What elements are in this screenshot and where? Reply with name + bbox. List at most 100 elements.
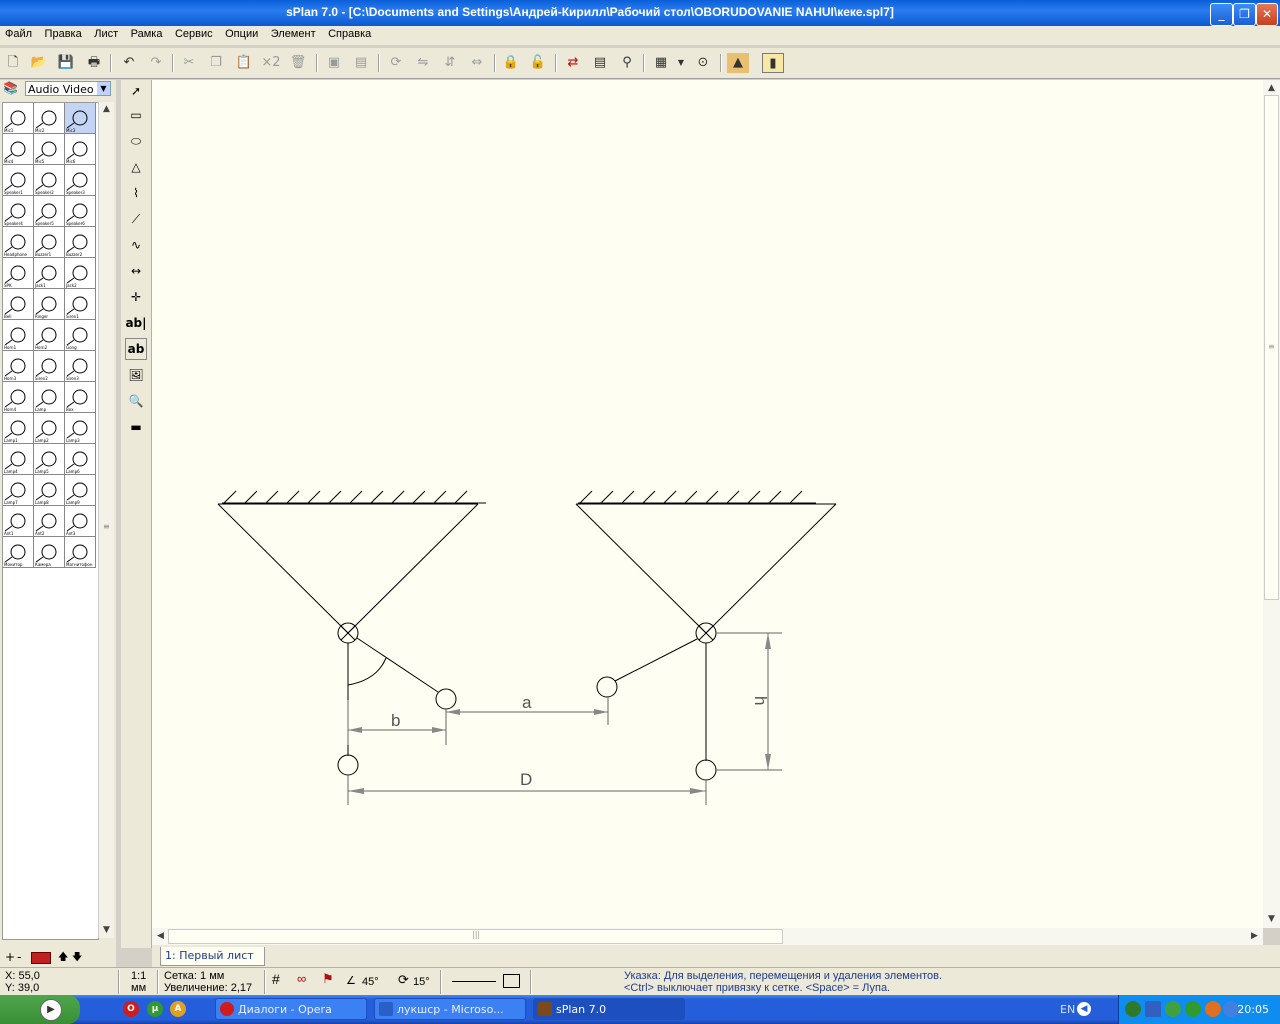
menu-element[interactable]: Элемент — [266, 26, 320, 40]
duplicate-icon[interactable]: ×2 — [260, 53, 282, 73]
remove-icon[interactable]: - — [17, 950, 21, 964]
opera-icon[interactable]: O — [123, 1001, 139, 1017]
scroll-down-icon[interactable]: ▼ — [1264, 912, 1279, 927]
align-icon[interactable]: ⇔ — [466, 53, 488, 73]
grid-icon[interactable]: ▦ — [650, 53, 672, 73]
library-symbol[interactable]: Lamp — [34, 382, 65, 413]
polyline-icon[interactable]: ⟋ — [125, 208, 147, 230]
status-angle1[interactable]: 45° — [362, 976, 379, 988]
library-symbol[interactable]: Siren3 — [65, 351, 96, 382]
library-symbol[interactable]: Speaker2 — [34, 165, 65, 196]
library-symbol[interactable]: Buzzer2 — [65, 227, 96, 258]
library-symbol[interactable]: Box — [65, 382, 96, 413]
zoom-fit-icon[interactable]: ⊙ — [692, 53, 714, 73]
library-symbol[interactable]: Horn2 — [34, 320, 65, 351]
menu-service[interactable]: Сервис — [170, 26, 217, 40]
ellipse-icon[interactable]: ⬭ — [125, 130, 147, 152]
grid-toggle-icon[interactable]: # — [272, 972, 280, 986]
image-icon[interactable]: 🖼 — [125, 364, 147, 386]
library-symbol[interactable]: Bell — [3, 289, 34, 320]
library-scrollbar[interactable]: ▲ ≡ ▼ — [98, 102, 114, 938]
library-symbol[interactable]: Lamp7 — [3, 475, 34, 506]
library-symbol[interactable]: Headphone — [3, 227, 34, 258]
pin-icon[interactable]: ⚑ — [322, 972, 334, 985]
avast-tray-icon[interactable] — [1205, 1001, 1221, 1017]
monitor-icon[interactable] — [1145, 1001, 1161, 1017]
redo-icon[interactable]: ↷ — [145, 53, 167, 73]
chevron-down-icon[interactable]: ▼ — [97, 82, 110, 95]
start-button[interactable]: ▶ — [0, 995, 80, 1024]
polygon-icon[interactable]: △ — [125, 156, 147, 178]
utorrent-tray-icon[interactable] — [1185, 1001, 1201, 1017]
library-symbol[interactable]: Horn4 — [3, 382, 34, 413]
bezier-icon[interactable]: ⌇ — [125, 182, 147, 204]
language-indicator[interactable]: EN — [1060, 1003, 1075, 1016]
library-symbol[interactable]: Монитор — [3, 537, 34, 568]
curve-icon[interactable]: ∿ — [125, 234, 147, 256]
menu-sheet[interactable]: Лист — [89, 26, 122, 40]
task-word[interactable]: лукшср - Microso... — [374, 998, 526, 1020]
library-symbol[interactable]: Speaker6 — [65, 196, 96, 227]
delete-icon[interactable]: 🗑 — [287, 53, 309, 73]
library-symbol[interactable]: Speaker1 — [3, 165, 34, 196]
scroll-up-icon[interactable]: ▲ — [1264, 81, 1279, 96]
library-symbol[interactable]: Siren2 — [34, 351, 65, 382]
library-symbol[interactable]: Speaker3 — [65, 165, 96, 196]
unlock-icon[interactable]: 🔓 — [527, 53, 549, 73]
ruler-icon[interactable]: ▬ — [125, 416, 147, 438]
menu-help[interactable]: Справка — [323, 26, 375, 40]
move-down-icon[interactable]: 🡇 — [72, 950, 82, 967]
menu-frame[interactable]: Рамка — [126, 26, 167, 40]
library-symbol[interactable]: Ant1 — [3, 506, 34, 537]
open-icon[interactable]: 📂 — [28, 53, 50, 73]
minimize-button[interactable]: _ — [1210, 3, 1233, 26]
library-symbol[interactable]: Ant2 — [34, 506, 65, 537]
find-icon[interactable]: ⚲ — [616, 53, 638, 73]
task-splan[interactable]: sPlan 7.0 — [533, 998, 685, 1020]
library-icon[interactable]: 📚 — [3, 81, 21, 97]
flower-icon[interactable] — [1165, 1001, 1181, 1017]
junction-icon[interactable]: ✛ — [125, 286, 147, 308]
library-symbol[interactable]: Jack1 — [34, 258, 65, 289]
library-symbol[interactable]: Магнитофон — [65, 537, 96, 568]
dimension-icon[interactable]: ↔ — [125, 260, 147, 282]
library-symbol[interactable]: Lamp1 — [3, 413, 34, 444]
network-icon[interactable] — [1125, 1001, 1141, 1017]
frame-icon[interactable]: ▲ — [727, 53, 749, 73]
library-edit-icon[interactable] — [31, 952, 51, 964]
scroll-down-icon[interactable]: ▼ — [99, 923, 114, 938]
add-icon[interactable]: + — [5, 950, 15, 964]
rotate-icon[interactable]: ⟳ — [385, 53, 407, 73]
library-symbol[interactable]: Buzzer1 — [34, 227, 65, 258]
cut-icon[interactable]: ✂ — [178, 53, 200, 73]
netlist-icon[interactable]: ⇄ — [562, 53, 584, 73]
library-symbol[interactable]: Siren1 — [65, 289, 96, 320]
drawing-canvas[interactable]: b a D h — [152, 80, 1263, 928]
mirror-v-icon[interactable]: ⇵ — [439, 53, 461, 73]
fill-style-preview[interactable] — [503, 974, 520, 988]
task-opera[interactable]: Диалоги - Opera — [215, 998, 367, 1020]
sheet-icon[interactable]: ▮ — [762, 53, 784, 73]
new-icon[interactable]: 🗋 — [2, 53, 24, 73]
group-icon[interactable]: ▣ — [323, 53, 345, 73]
snap-icon[interactable]: ∞ — [297, 972, 306, 985]
library-symbol[interactable]: Mic2 — [34, 103, 65, 134]
list-icon[interactable]: ▤ — [589, 53, 611, 73]
library-symbol[interactable]: Jack2 — [65, 258, 96, 289]
library-symbol[interactable]: Mic3 — [65, 103, 96, 134]
library-symbol[interactable]: Ant3 — [65, 506, 96, 537]
horizontal-scrollbar[interactable]: ◀ ||| ▶ — [152, 928, 1263, 945]
library-symbol[interactable]: Lamp6 — [65, 444, 96, 475]
undo-icon[interactable]: ↶ — [118, 53, 140, 73]
library-symbol[interactable]: Horn1 — [3, 320, 34, 351]
library-symbol[interactable]: Horn3 — [3, 351, 34, 382]
library-symbol[interactable]: Lamp4 — [3, 444, 34, 475]
library-symbol[interactable]: Speaker4 — [3, 196, 34, 227]
library-symbol[interactable]: Speaker5 — [34, 196, 65, 227]
menu-options[interactable]: Опции — [220, 26, 262, 40]
move-up-icon[interactable]: 🡅 — [58, 950, 68, 967]
restore-button[interactable]: ❐ — [1233, 3, 1256, 26]
library-symbol[interactable]: Gong — [65, 320, 96, 351]
library-symbol[interactable]: Lamp8 — [34, 475, 65, 506]
menu-file[interactable]: Файл — [0, 26, 36, 40]
